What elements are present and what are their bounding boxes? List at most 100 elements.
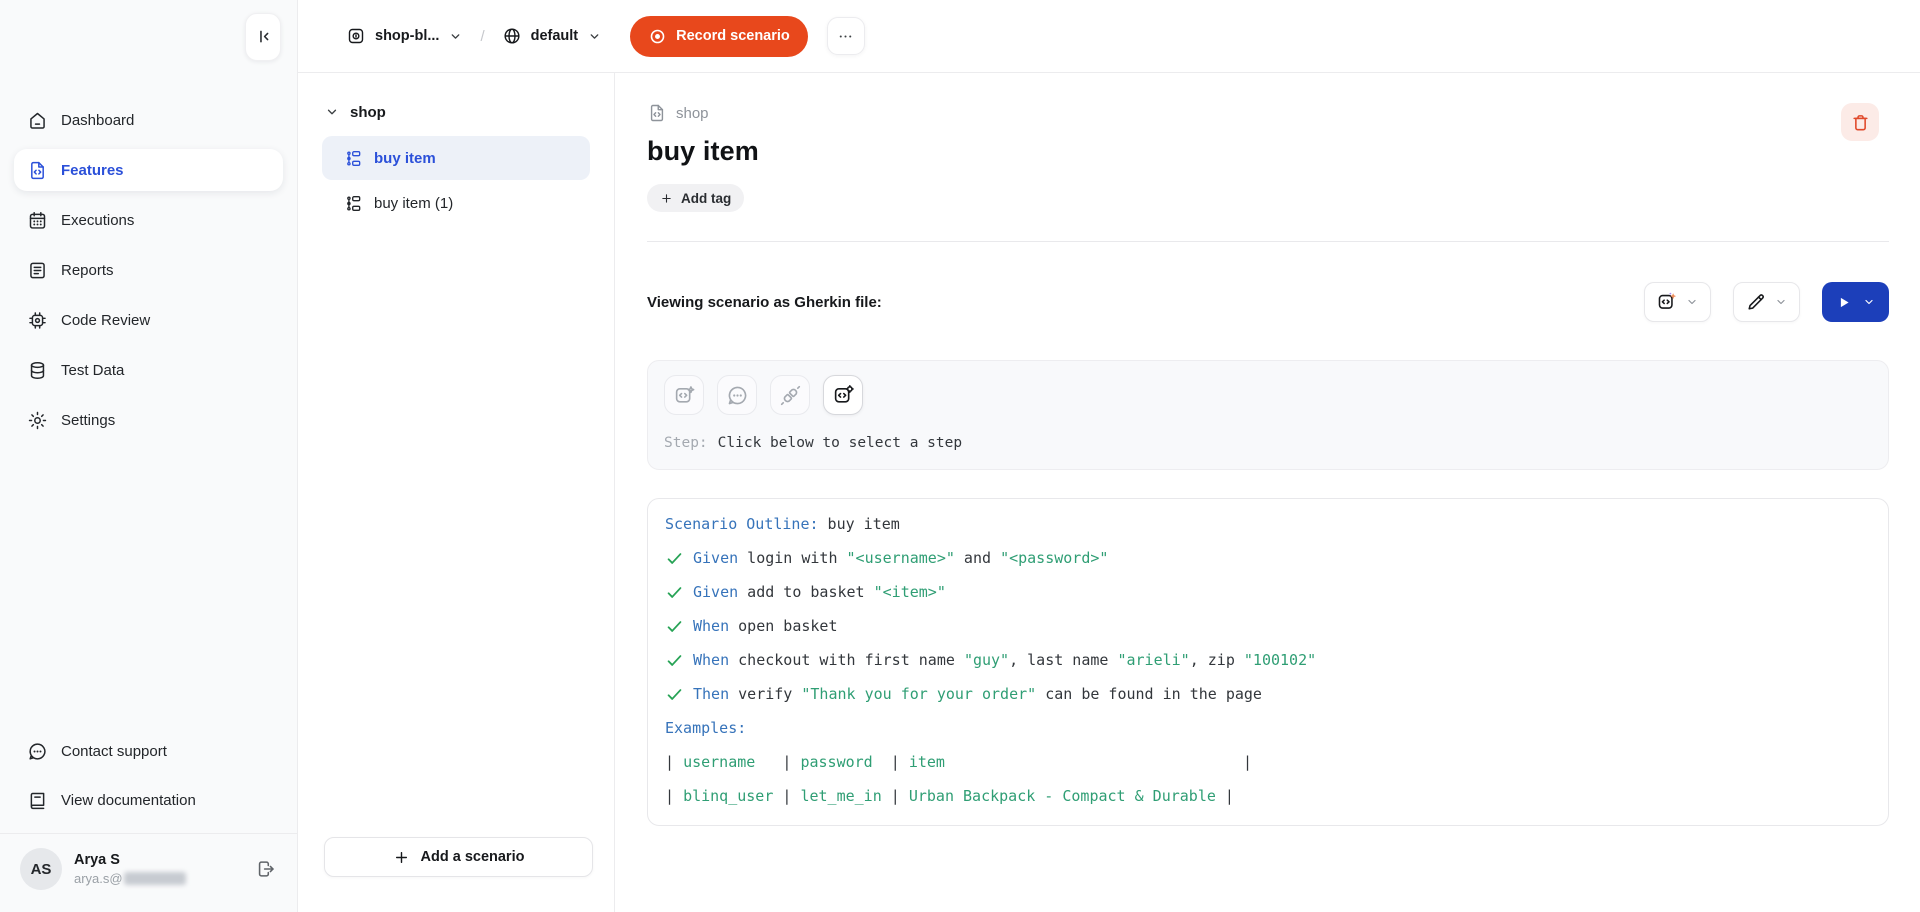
gherkin-segment: open basket	[729, 617, 837, 635]
gherkin-segment: Urban Backpack - Compact & Durable	[909, 787, 1216, 805]
add-scenario-label: Add a scenario	[421, 849, 525, 865]
run-scenario-button[interactable]	[1822, 282, 1889, 322]
logout-button[interactable]	[255, 858, 277, 880]
step-plug-button[interactable]	[770, 375, 810, 415]
gherkin-line[interactable]: | blinq_user | let_me_in | Urban Backpac…	[665, 779, 1871, 813]
logout-icon	[255, 858, 277, 880]
gherkin-segment: and	[955, 549, 1000, 567]
ellipsis-icon	[836, 27, 855, 46]
gherkin-segment: "arieli"	[1117, 651, 1189, 669]
record-icon	[648, 27, 667, 46]
check-icon	[665, 617, 684, 636]
gherkin-segment: buy item	[819, 515, 900, 533]
record-scenario-label: Record scenario	[676, 28, 790, 44]
add-tag-button[interactable]: Add tag	[647, 184, 744, 212]
file-code-icon	[647, 103, 667, 123]
project-icon	[346, 26, 366, 46]
sidebar-item-settings[interactable]: Settings	[14, 399, 283, 441]
chevron-down-icon	[587, 29, 602, 44]
sidebar-item-label: Contact support	[61, 743, 167, 760]
gherkin-segment: "<username>"	[847, 549, 955, 567]
sidebar-item-features[interactable]: Features	[14, 149, 283, 191]
code-sparkle-icon	[673, 384, 696, 407]
tree-item-label: buy item	[374, 150, 436, 167]
gherkin-code[interactable]: Scenario Outline: buy itemGiven login wi…	[647, 498, 1889, 826]
tree-group-shop[interactable]: shop	[298, 99, 614, 125]
sidebar-item-test-data[interactable]: Test Data	[14, 349, 283, 391]
environment-selector-label: default	[531, 28, 579, 44]
gherkin-line[interactable]: Then verify "Thank you for your order" c…	[665, 677, 1871, 711]
breadcrumb-separator: /	[480, 28, 484, 45]
scenario-actions	[1644, 282, 1889, 322]
generate-code-button[interactable]	[1644, 282, 1711, 322]
page-title: buy item	[647, 136, 1889, 167]
collapse-sidebar-icon	[254, 27, 273, 46]
gherkin-segment: |	[882, 787, 909, 805]
tree-items: buy item buy item (1)	[298, 136, 614, 225]
gherkin-segment: "100102"	[1244, 651, 1316, 669]
chevron-down-icon	[1774, 295, 1788, 309]
sidebar-item-code-review[interactable]: Code Review	[14, 299, 283, 341]
gherkin-segment: |	[873, 753, 909, 771]
gherkin-line[interactable]: Scenario Outline: buy item	[665, 507, 1871, 541]
check-icon	[665, 549, 684, 568]
tree-item-buy-item[interactable]: buy item	[322, 136, 590, 180]
more-options-button[interactable]	[827, 17, 865, 55]
gherkin-segment: |	[665, 787, 683, 805]
sidebar-item-reports[interactable]: Reports	[14, 249, 283, 291]
step-code-settings-button[interactable]	[823, 375, 863, 415]
gherkin-segment: "<password>"	[1000, 549, 1108, 567]
gherkin-line[interactable]: Examples:	[665, 711, 1871, 745]
email-redacted-blur	[124, 872, 186, 885]
gear-icon	[27, 410, 48, 431]
edit-scenario-button[interactable]	[1733, 282, 1800, 322]
environment-selector[interactable]: default	[502, 26, 603, 46]
book-icon	[27, 790, 48, 811]
sidebar-item-executions[interactable]: Executions	[14, 199, 283, 241]
topbar: shop-bl... / default Record scenario	[298, 0, 1920, 73]
gherkin-segment: blinq_user	[683, 787, 773, 805]
trash-icon	[1850, 112, 1871, 133]
tree-group-label: shop	[350, 104, 386, 121]
sidebar-item-contact-support[interactable]: Contact support	[14, 730, 283, 772]
globe-icon	[502, 26, 522, 46]
sidebar-top	[0, 0, 297, 73]
gherkin-segment: let_me_in	[800, 787, 881, 805]
gherkin-segment: item	[909, 753, 945, 771]
play-icon	[1835, 294, 1852, 311]
gherkin-line[interactable]: When checkout with first name "guy", las…	[665, 643, 1871, 677]
gherkin-segment: |	[773, 787, 800, 805]
calendar-icon	[27, 210, 48, 231]
chevron-down-icon	[1862, 295, 1876, 309]
add-scenario-button[interactable]: Add a scenario	[324, 837, 593, 877]
scenario-icon	[344, 149, 363, 168]
right-column: shop-bl... / default Record scenario	[298, 0, 1920, 912]
gherkin-line[interactable]: When open basket	[665, 609, 1871, 643]
delete-scenario-button[interactable]	[1841, 103, 1879, 141]
step-generate-code-button[interactable]	[664, 375, 704, 415]
gherkin-line[interactable]: Given add to basket "<item>"	[665, 575, 1871, 609]
check-icon	[665, 651, 684, 670]
gherkin-segment: "<item>"	[874, 583, 946, 601]
content-row: shop buy item buy item (1) Add a scenari…	[298, 73, 1920, 912]
record-scenario-button[interactable]: Record scenario	[630, 16, 808, 57]
sidebar-item-dashboard[interactable]: Dashboard	[14, 99, 283, 141]
file-code-icon	[27, 160, 48, 181]
gherkin-line[interactable]: Given login with "<username>" and "<pass…	[665, 541, 1871, 575]
sidebar-item-view-documentation[interactable]: View documentation	[14, 779, 283, 821]
code-gear-icon	[832, 384, 855, 407]
gherkin-segment: |	[755, 753, 800, 771]
user-meta: Arya S arya.s@	[74, 852, 243, 886]
gherkin-segment: can be found in the page	[1036, 685, 1262, 703]
plus-icon	[393, 849, 410, 866]
gherkin-segment: When	[693, 651, 729, 669]
sidebar-item-label: View documentation	[61, 792, 196, 809]
step-comment-button[interactable]	[717, 375, 757, 415]
project-selector[interactable]: shop-bl...	[346, 26, 463, 46]
tree-item-buy-item-1[interactable]: buy item (1)	[322, 181, 590, 225]
gherkin-segment: "guy"	[964, 651, 1009, 669]
gherkin-line[interactable]: | username | password | item |	[665, 745, 1871, 779]
collapse-sidebar-button[interactable]	[245, 13, 281, 61]
chat-dots-icon	[726, 384, 749, 407]
step-tools	[664, 375, 1872, 415]
